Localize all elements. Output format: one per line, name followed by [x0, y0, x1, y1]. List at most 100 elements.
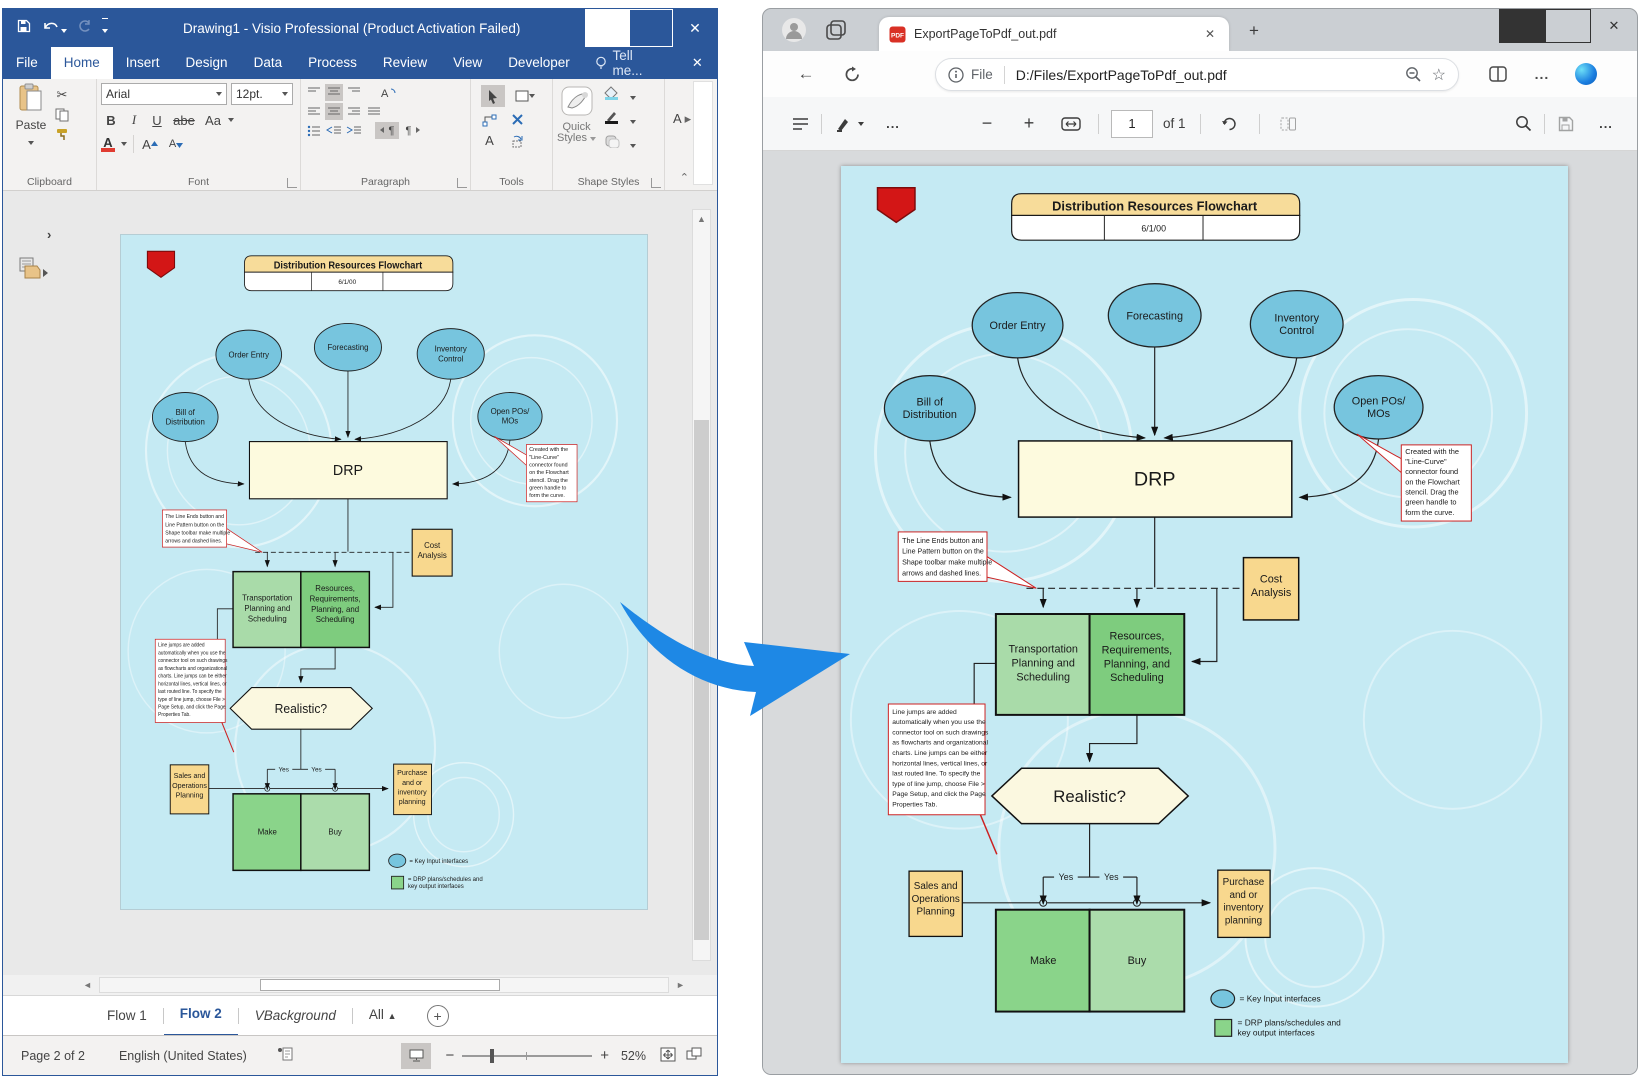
align-left-icon[interactable] — [305, 103, 323, 120]
scroll-left-icon[interactable]: ◄ — [79, 980, 96, 990]
format-painter-icon[interactable] — [55, 127, 69, 141]
justify-icon[interactable] — [365, 103, 383, 120]
refresh-icon[interactable] — [835, 57, 869, 91]
ribbon-tab-insert[interactable]: Insert — [113, 47, 173, 79]
page-tab-flow-1[interactable]: Flow 1 — [91, 996, 163, 1036]
highlighter-dropdown-icon[interactable] — [858, 122, 864, 126]
highlighter-icon[interactable] — [828, 109, 858, 139]
rectangle-tool-icon[interactable] — [509, 85, 541, 107]
horizontal-scrollbar[interactable]: ◄ ► — [3, 975, 717, 995]
ribbon-scrollbar[interactable] — [693, 81, 713, 185]
bold-button[interactable]: B — [101, 110, 121, 130]
fit-width-icon[interactable] — [1056, 109, 1086, 139]
browser-menu-icon[interactable]: ... — [1525, 57, 1559, 91]
switch-windows-icon[interactable] — [686, 1047, 703, 1065]
font-size-select[interactable]: 12pt. — [231, 83, 293, 105]
workspaces-icon[interactable] — [825, 19, 849, 46]
pdf-zoom-in-icon[interactable]: + — [1014, 109, 1044, 139]
back-icon[interactable]: ← — [789, 57, 823, 91]
pdf-zoom-out-icon[interactable]: − — [972, 109, 1002, 139]
pdf-search-icon[interactable] — [1508, 109, 1538, 139]
vertical-scrollbar[interactable]: ▲ — [692, 209, 711, 961]
align-top-center-icon[interactable] — [325, 84, 343, 101]
toc-icon[interactable] — [785, 109, 815, 139]
increase-indent-icon[interactable] — [345, 122, 363, 139]
scroll-up-icon[interactable]: ▲ — [693, 210, 710, 227]
font-name-select[interactable]: Arial — [101, 83, 227, 105]
shape-styles-dialog-launcher[interactable] — [651, 178, 661, 188]
free-rotate-icon[interactable] — [509, 132, 527, 149]
horizontal-scroll-thumb[interactable] — [260, 979, 500, 991]
shrink-font-button[interactable]: A — [166, 134, 186, 154]
quick-styles-button[interactable]: QuickStyles — [557, 83, 596, 153]
insert-page-button[interactable]: + — [427, 1005, 449, 1027]
text-rotate-icon[interactable]: A — [379, 84, 397, 101]
macro-record-icon[interactable] — [277, 1047, 293, 1064]
copilot-icon[interactable] — [1569, 57, 1603, 91]
browser-close-button[interactable]: ✕ — [1591, 9, 1637, 43]
pdf-more-tools-icon[interactable]: ... — [878, 109, 908, 139]
align-right-icon[interactable] — [345, 103, 363, 120]
rtl-text-icon[interactable]: ¶ — [401, 122, 425, 139]
flowchart-page[interactable]: Distribution Resources Flowchart6/1/00Or… — [121, 235, 647, 909]
new-tab-button[interactable]: + — [1249, 21, 1259, 41]
paragraph-dialog-launcher[interactable] — [457, 178, 467, 188]
connection-point-tool-icon[interactable] — [509, 111, 527, 128]
pointer-tool-icon[interactable] — [481, 85, 505, 107]
all-pages-tab[interactable]: All ▲ — [353, 995, 413, 1036]
ribbon-tab-data[interactable]: Data — [241, 47, 296, 79]
expand-shapes-panel-icon[interactable]: › — [47, 227, 51, 242]
status-page-indicator[interactable]: Page 2 of 2 — [21, 1049, 85, 1063]
fit-page-icon[interactable] — [660, 1047, 676, 1065]
undo-icon[interactable] — [41, 19, 67, 38]
align-center-icon[interactable] — [325, 103, 343, 120]
scroll-right-icon[interactable]: ► — [672, 980, 689, 990]
browser-tab[interactable]: PDF ExportPageToPdf_out.pdf ✕ — [879, 17, 1229, 51]
zoom-out-page-icon[interactable] — [1405, 66, 1422, 83]
insert-text-block-icon[interactable]: A ▸ — [673, 111, 691, 127]
ltr-text-icon[interactable]: ¶ — [375, 122, 399, 139]
maximize-button[interactable] — [629, 9, 673, 47]
shape-fill-icon[interactable] — [604, 86, 636, 105]
zoom-out-button[interactable]: − — [445, 1047, 454, 1064]
align-top-left-icon[interactable] — [305, 84, 323, 101]
page-tab-flow-2[interactable]: Flow 2 — [164, 994, 238, 1037]
font-dialog-launcher[interactable] — [287, 178, 297, 188]
grow-font-button[interactable]: A — [140, 134, 160, 154]
text-tool-icon[interactable]: A — [481, 132, 499, 149]
copy-icon[interactable] — [55, 108, 69, 122]
underline-button[interactable]: U — [147, 110, 167, 130]
address-bar[interactable]: File D:/Files/ExportPageToPdf_out.pdf ☆ — [935, 58, 1459, 91]
zoom-slider-thumb[interactable] — [490, 1049, 494, 1063]
browser-minimize-button[interactable] — [1499, 9, 1545, 43]
favorites-star-icon[interactable]: ☆ — [1432, 65, 1446, 85]
cut-icon[interactable]: ✂ — [55, 87, 69, 103]
zoom-in-button[interactable]: + — [600, 1047, 609, 1064]
ribbon-tab-home[interactable]: Home — [51, 47, 113, 79]
page-view-icon[interactable] — [1274, 109, 1304, 139]
strikethrough-button[interactable]: abe — [170, 110, 198, 130]
url-text[interactable]: D:/Files/ExportPageToPdf_out.pdf — [1016, 67, 1395, 83]
browser-maximize-button[interactable] — [1545, 9, 1591, 43]
save-pdf-icon[interactable] — [1551, 109, 1581, 139]
close-button[interactable]: ✕ — [673, 9, 717, 47]
rotate-icon[interactable] — [1215, 109, 1245, 139]
page-number-input[interactable] — [1111, 110, 1153, 138]
status-language[interactable]: English (United States) — [119, 1049, 247, 1063]
decrease-indent-icon[interactable] — [325, 122, 343, 139]
align-top-right-icon[interactable] — [345, 84, 363, 101]
shape-line-icon[interactable] — [604, 110, 636, 129]
ribbon-tab-process[interactable]: Process — [295, 47, 370, 79]
bullets-icon[interactable] — [305, 122, 323, 139]
ribbon-close-icon[interactable]: ✕ — [678, 47, 717, 79]
zoom-level[interactable]: 52% — [621, 1049, 646, 1063]
paste-button[interactable]: Paste — [7, 83, 55, 150]
presentation-mode-icon[interactable] — [401, 1043, 431, 1069]
ribbon-tab-design[interactable]: Design — [173, 47, 241, 79]
profile-avatar-icon[interactable] — [781, 17, 807, 48]
ribbon-tab-developer[interactable]: Developer — [495, 47, 583, 79]
pdf-menu-icon[interactable]: ... — [1591, 109, 1621, 139]
page-tab-vbackground[interactable]: VBackground — [239, 996, 352, 1036]
tell-me-box[interactable]: Tell me... — [583, 47, 678, 79]
info-icon[interactable] — [948, 67, 964, 83]
